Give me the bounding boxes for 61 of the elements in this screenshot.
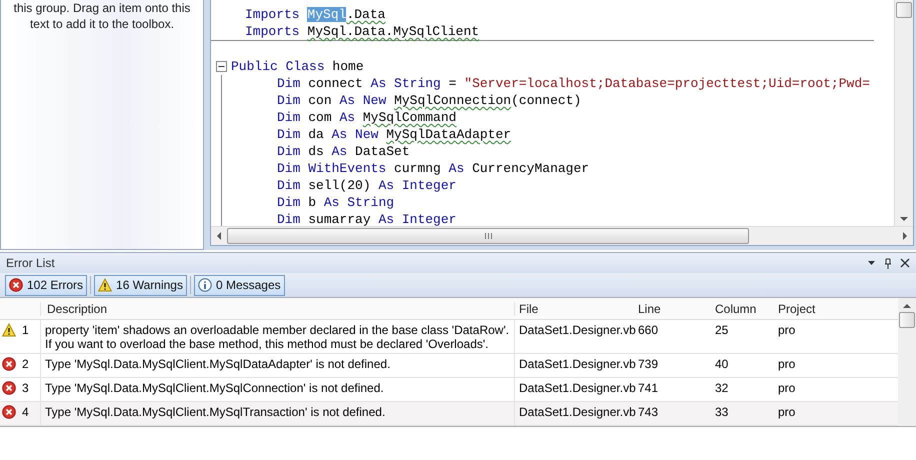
table-cell: 660 bbox=[638, 323, 658, 337]
code-line: Imports MySql.Data.MySqlClient bbox=[244, 23, 480, 40]
code-line: Public Class home bbox=[231, 58, 364, 75]
code-line: Dim b As String bbox=[276, 194, 394, 211]
code-line: Dim sumarray As Integer bbox=[276, 211, 456, 226]
table-cell: pro bbox=[778, 405, 796, 419]
table-cell: pro bbox=[778, 323, 796, 337]
warning-icon bbox=[2, 323, 16, 337]
table-cell: 1 bbox=[22, 323, 29, 337]
code-line: Dim connect As String = "Server=localhost;Database=projecttest;Uid=root;Pwd= bbox=[276, 75, 870, 92]
warning-icon bbox=[98, 278, 112, 292]
filter-button[interactable]: 102 Errors bbox=[5, 274, 88, 296]
column-header[interactable]: Column bbox=[711, 302, 774, 316]
filter-button[interactable]: 16 Warnings bbox=[94, 274, 187, 296]
table-cell: 743 bbox=[638, 405, 658, 419]
table-cell: 32 bbox=[715, 381, 728, 395]
toolbox-hint: text to add it to the toolbox. bbox=[28, 16, 176, 32]
table-cell-text: Type 'MySql.Data.MySqlClient.MySqlTransaction' is not defined. bbox=[45, 405, 386, 419]
vertical-scrollbar[interactable] bbox=[894, 0, 913, 226]
table-cell: 739 bbox=[638, 357, 658, 371]
table-cell: 4 bbox=[22, 405, 29, 419]
filter-button[interactable]: 0 Messages bbox=[194, 274, 285, 296]
table-cell: 40 bbox=[715, 357, 728, 371]
error-icon bbox=[2, 405, 16, 419]
table-cell: pro bbox=[778, 381, 796, 395]
code-line: Dim sell(20) As Integer bbox=[276, 177, 456, 194]
column-header[interactable]: Line bbox=[634, 302, 711, 316]
code-line: Dim ds As DataSet bbox=[276, 143, 410, 160]
table-cell-text: Type 'MySql.Data.MySqlClient.MySqlDataAdapter' is not defined. bbox=[45, 357, 392, 371]
column-header[interactable]: Description bbox=[40, 302, 514, 316]
error-icon bbox=[9, 278, 23, 292]
close-icon[interactable] bbox=[900, 258, 910, 268]
horizontal-scrollbar[interactable] bbox=[211, 226, 913, 245]
table-cell: 2 bbox=[22, 357, 29, 371]
code-line: Dim com As MySqlCommand bbox=[276, 109, 456, 126]
table-cell: property 'item' shadows an overloadable member declared in the base class 'DataRow'. bbox=[45, 323, 510, 337]
table-cell-text: If you want to overload the base method, this method must be declared 'Overloads'. bbox=[45, 337, 490, 351]
pin-icon[interactable] bbox=[884, 258, 892, 268]
code-line: Dim da As New MySqlDataAdapter bbox=[276, 126, 512, 143]
table-cell: 25 bbox=[715, 323, 728, 337]
code-line: Imports MySql.Data bbox=[244, 6, 386, 23]
table-cell: 33 bbox=[715, 405, 728, 419]
dropdown-icon[interactable] bbox=[867, 260, 876, 266]
table-cell: 3 bbox=[22, 381, 29, 395]
table-cell: DataSet1.Designer.vb bbox=[519, 405, 636, 419]
column-header[interactable]: Project bbox=[774, 302, 898, 316]
error-icon bbox=[2, 381, 16, 395]
code-line: Dim WithEvents curmng As CurrencyManager bbox=[276, 160, 590, 177]
table-cell: pro bbox=[778, 357, 796, 371]
column-header[interactable]: File bbox=[514, 302, 634, 316]
toolbox-hint: this group. Drag an item onto this bbox=[12, 0, 192, 16]
collapse-icon[interactable] bbox=[216, 61, 226, 72]
vertical-scrollbar[interactable] bbox=[898, 298, 916, 426]
panel-title: Error List bbox=[6, 256, 55, 270]
table-cell: DataSet1.Designer.vb bbox=[519, 323, 636, 337]
table-cell: DataSet1.Designer.vb bbox=[519, 357, 636, 371]
code-line: Dim con As New MySqlConnection(connect) bbox=[276, 92, 582, 109]
table-cell-text: Type 'MySql.Data.MySqlClient.MySqlConnection' is not defined. bbox=[45, 381, 385, 395]
info-icon bbox=[198, 278, 212, 292]
table-cell: 741 bbox=[638, 381, 658, 395]
table-cell: DataSet1.Designer.vb bbox=[519, 381, 636, 395]
